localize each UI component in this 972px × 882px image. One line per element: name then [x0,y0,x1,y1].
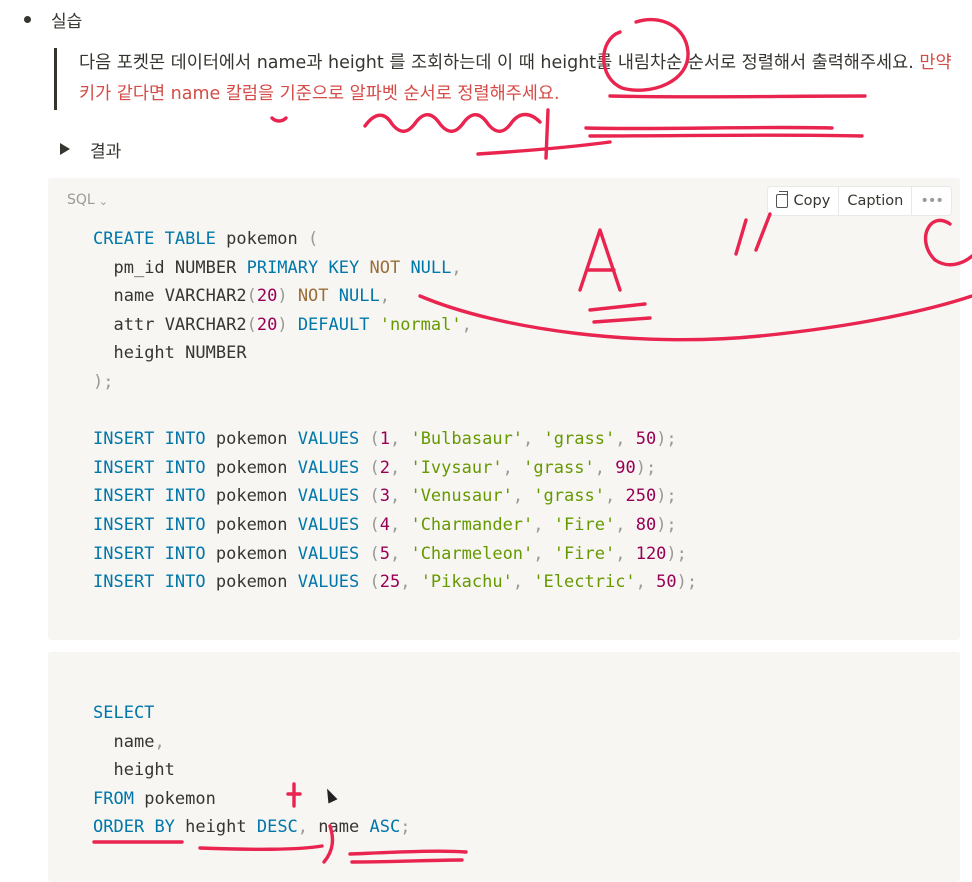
insert-line: INSERT INTO pokemon VALUES (25, 'Pikachu… [93,572,698,593]
chevron-down-icon: ⌄ [98,194,108,208]
caption-button[interactable]: Caption [839,187,913,215]
copy-label: Copy [793,193,831,209]
more-icon: ••• [920,193,944,209]
select-code: SELECT name, height FROM pokemon ORDER B… [93,703,411,838]
insert-line: INSERT INTO pokemon VALUES (3, 'Venusaur… [93,486,677,507]
code-block-create[interactable]: SQL ⌄ Copy Caption ••• CREATE TABLE poke… [48,178,960,640]
code-block-select[interactable]: SELECT name, height FROM pokemon ORDER B… [48,652,960,882]
caption-label: Caption [847,193,904,209]
quote-block: 다음 포켓몬 데이터에서 name과 height 를 조회하는데 이 때 he… [54,48,954,110]
quote-text: 다음 포켓몬 데이터에서 name과 height 를 조회하는데 이 때 he… [79,53,920,73]
language-selector[interactable]: SQL ⌄ [67,192,108,208]
toggle-triangle-icon [60,143,70,155]
more-options-button[interactable]: ••• [912,187,951,215]
copy-button[interactable]: Copy [768,187,840,215]
annotation-wavy [363,112,542,133]
create-code: CREATE TABLE pokemon ( pm_id NUMBER PRIM… [93,229,698,593]
insert-line: INSERT INTO pokemon VALUES (4, 'Charmand… [93,514,677,535]
bullet-dot-icon [24,15,31,23]
heading-bullet: 실습 [24,6,82,32]
copy-icon [775,191,788,208]
insert-line: INSERT INTO pokemon VALUES (1, 'Bulbasau… [93,429,677,450]
annotation-lines-right [584,125,864,138]
heading-text: 실습 [51,11,83,32]
insert-line: INSERT INTO pokemon VALUES (5, 'Charmele… [93,543,687,564]
annotation-bracket [476,108,612,160]
annotation-tick [270,116,288,123]
language-label: SQL [67,192,95,208]
toggle-label: 결과 [90,141,122,162]
code-toolbar: Copy Caption ••• [766,186,952,216]
result-toggle[interactable]: 결과 [60,135,121,163]
insert-line: INSERT INTO pokemon VALUES (2, 'Ivysaur'… [93,457,657,478]
